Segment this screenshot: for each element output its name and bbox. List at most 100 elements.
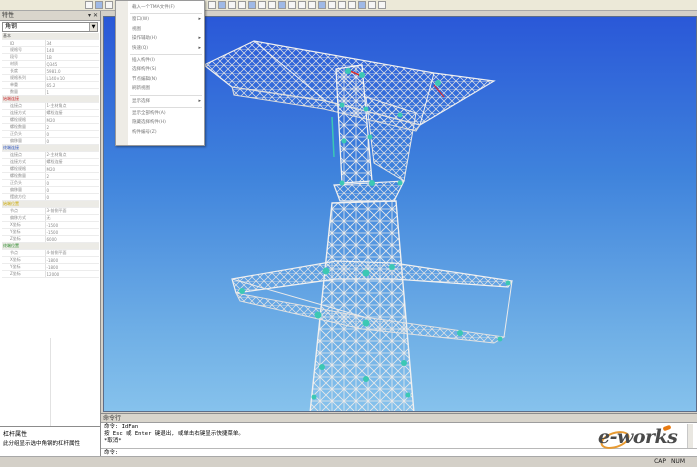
toolbar-button[interactable] bbox=[318, 1, 326, 9]
property-row[interactable]: 螺栓规格 M20 bbox=[2, 165, 99, 174]
property-row[interactable]: 单重 65.2 bbox=[2, 81, 99, 90]
toolbar-button[interactable] bbox=[378, 1, 386, 9]
toolbar-button[interactable] bbox=[258, 1, 266, 9]
chevron-down-icon[interactable]: ▼ bbox=[89, 23, 97, 31]
menu-item[interactable]: 插入构件(I) bbox=[116, 56, 204, 65]
property-value[interactable]: 0 bbox=[45, 186, 99, 195]
toolbar-button[interactable] bbox=[308, 1, 316, 9]
toolbar-button[interactable] bbox=[358, 1, 366, 9]
property-value[interactable]: -1800 bbox=[45, 256, 99, 265]
toolbar-button[interactable] bbox=[328, 1, 336, 9]
property-value[interactable]: 1 bbox=[45, 88, 99, 97]
property-category[interactable]: 始端连接 bbox=[2, 95, 99, 104]
property-row[interactable]: Y坐标 -1800 bbox=[2, 263, 99, 272]
toolbar-button[interactable] bbox=[338, 1, 346, 9]
property-row[interactable]: X坐标 -1500 bbox=[2, 221, 99, 230]
property-value[interactable]: 无 bbox=[45, 214, 99, 223]
property-row[interactable]: 螺栓数量 2 bbox=[2, 172, 99, 181]
property-row[interactable]: 材质 Q345 bbox=[2, 60, 99, 69]
property-value[interactable]: 1-主材角点 bbox=[45, 102, 99, 111]
property-row[interactable]: X坐标 -1800 bbox=[2, 256, 99, 265]
property-row[interactable]: 段号 1B bbox=[2, 53, 99, 62]
property-row[interactable]: 连接点 2-主材角点 bbox=[2, 151, 99, 160]
property-value[interactable]: 5981.0 bbox=[45, 67, 99, 76]
property-value[interactable]: 0 bbox=[45, 130, 99, 139]
property-row[interactable]: Z坐标 6000 bbox=[2, 235, 99, 244]
property-value[interactable]: 4-前侧平面 bbox=[45, 249, 99, 258]
menu-item[interactable]: 操作辅助(H) ▸ bbox=[116, 34, 204, 43]
toolbar-button[interactable] bbox=[95, 1, 103, 9]
menu-item[interactable]: 节点编辑(N) bbox=[116, 75, 204, 84]
property-row[interactable]: 长度 5981.0 bbox=[2, 67, 99, 76]
property-value[interactable]: 1B bbox=[45, 53, 99, 62]
toolbar-button[interactable] bbox=[208, 1, 216, 9]
toolbar-button[interactable] bbox=[105, 1, 113, 9]
property-value[interactable]: 12000 bbox=[45, 270, 99, 279]
property-value[interactable]: 140 bbox=[45, 46, 99, 55]
panel-close-icon[interactable]: ▾ ✕ bbox=[88, 11, 98, 21]
command-scrollbar[interactable] bbox=[687, 424, 693, 448]
menu-item[interactable]: 显示选择 ▸ bbox=[116, 97, 204, 106]
property-row[interactable]: 连接方式 螺栓连接 bbox=[2, 158, 99, 167]
property-value[interactable]: 螺栓连接 bbox=[45, 158, 99, 167]
property-row[interactable]: 螺栓数量 2 bbox=[2, 123, 99, 132]
toolbar-button[interactable] bbox=[238, 1, 246, 9]
property-value[interactable]: 螺栓连接 bbox=[45, 109, 99, 118]
property-row[interactable]: 数量 1 bbox=[2, 88, 99, 97]
property-row[interactable]: 偏移方式无 bbox=[2, 214, 99, 223]
property-row[interactable]: 连接点 1-主材角点 bbox=[2, 102, 99, 111]
menu-item[interactable]: 隐藏选择构件(H) bbox=[116, 118, 204, 127]
toolbar-button[interactable] bbox=[278, 1, 286, 9]
toolbar-button[interactable] bbox=[288, 1, 296, 9]
property-category[interactable]: 基本 bbox=[2, 33, 99, 41]
object-type-selector[interactable]: 角钢 ▼ bbox=[2, 22, 98, 32]
property-row[interactable]: 偏移量 0 bbox=[2, 186, 99, 195]
toolbar-button[interactable] bbox=[85, 1, 93, 9]
menu-item[interactable]: 构件编号(Z) bbox=[116, 128, 204, 137]
menu-item[interactable]: 窗口(W) ▸ bbox=[116, 15, 204, 24]
property-value[interactable]: -1500 bbox=[45, 221, 99, 230]
toolbar-button[interactable] bbox=[248, 1, 256, 9]
property-row[interactable]: 节点 3-前侧平面 bbox=[2, 207, 99, 216]
property-value[interactable]: 2 bbox=[45, 172, 99, 181]
property-row[interactable]: 摆放方位 0 bbox=[2, 193, 99, 202]
property-value[interactable]: 2-主材角点 bbox=[45, 151, 99, 160]
toolbar-button[interactable] bbox=[298, 1, 306, 9]
property-value[interactable]: 0 bbox=[45, 193, 99, 202]
property-category[interactable]: 终端连接 bbox=[2, 144, 99, 153]
property-value[interactable]: 2 bbox=[45, 123, 99, 132]
menu-item[interactable]: 快速(Q) ▸ bbox=[116, 44, 204, 53]
property-row[interactable]: ID 34 bbox=[2, 39, 99, 48]
menu-item[interactable]: 选择构件(S) bbox=[116, 65, 204, 74]
property-row[interactable]: 正负头 0 bbox=[2, 130, 99, 139]
property-row[interactable]: 规格系列 L140×10 bbox=[2, 74, 99, 83]
property-row[interactable]: 正负头 0 bbox=[2, 179, 99, 188]
property-row[interactable]: Y坐标 -1500 bbox=[2, 228, 99, 237]
property-value[interactable]: -1800 bbox=[45, 263, 99, 272]
property-value[interactable]: 3-前侧平面 bbox=[45, 207, 99, 216]
property-value[interactable]: Q345 bbox=[45, 60, 99, 69]
property-value[interactable]: 34 bbox=[45, 39, 99, 48]
property-value[interactable]: M20 bbox=[45, 165, 99, 174]
toolbar-button[interactable] bbox=[268, 1, 276, 9]
toolbar-button[interactable] bbox=[228, 1, 236, 9]
property-row[interactable]: 偏移量 0 bbox=[2, 137, 99, 146]
property-row[interactable]: Z坐标 12000 bbox=[2, 270, 99, 279]
property-row[interactable]: 节点 4-前侧平面 bbox=[2, 249, 99, 258]
menu-item[interactable]: 显示全部构件(A) bbox=[116, 109, 204, 118]
property-value[interactable]: 65.2 bbox=[45, 81, 99, 90]
toolbar-button[interactable] bbox=[348, 1, 356, 9]
property-row[interactable]: 规格号 140 bbox=[2, 46, 99, 55]
menu-item[interactable]: 视图 bbox=[116, 25, 204, 34]
property-value[interactable]: -1500 bbox=[45, 228, 99, 237]
property-category[interactable]: 始端位置 bbox=[2, 200, 99, 209]
toolbar-button[interactable] bbox=[368, 1, 376, 9]
property-value[interactable]: L140×10 bbox=[45, 74, 99, 83]
property-value[interactable]: 0 bbox=[45, 179, 99, 188]
menu-item[interactable]: 刷新视图 bbox=[116, 84, 204, 93]
property-value[interactable]: 6000 bbox=[45, 235, 99, 244]
toolbar-button[interactable] bbox=[218, 1, 226, 9]
property-value[interactable]: M20 bbox=[45, 116, 99, 125]
property-row[interactable]: 连接方式 螺栓连接 bbox=[2, 109, 99, 118]
property-row[interactable]: 螺栓规格 M20 bbox=[2, 116, 99, 125]
